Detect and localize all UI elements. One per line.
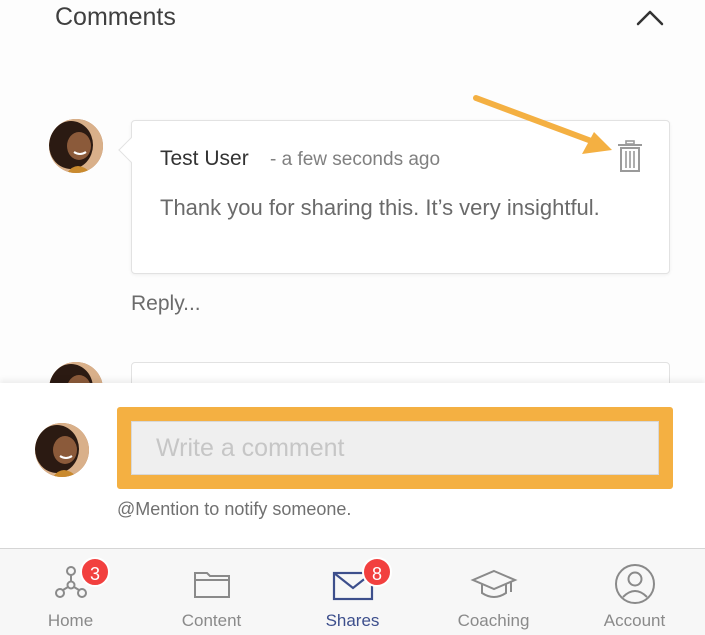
user-photo-icon bbox=[35, 423, 89, 477]
tab-label: Shares bbox=[325, 611, 380, 630]
folder-icon bbox=[193, 572, 230, 598]
annotation-arrow bbox=[473, 95, 612, 154]
comments-header: Comments bbox=[0, 0, 705, 40]
tab-content[interactable]: Content bbox=[141, 549, 282, 635]
tab-account[interactable]: Account bbox=[564, 549, 705, 635]
user-circle-icon bbox=[614, 564, 655, 604]
chevron-up-icon bbox=[636, 10, 664, 26]
tab-label: Content bbox=[181, 611, 242, 630]
tab-shares[interactable]: 8 Shares bbox=[282, 549, 423, 635]
avatar bbox=[35, 423, 89, 477]
comment-author: Test User bbox=[160, 147, 249, 170]
tab-coaching[interactable]: Coaching bbox=[423, 549, 564, 635]
tab-label: Home bbox=[47, 611, 94, 630]
section-title: Comments bbox=[55, 3, 176, 31]
comment-input-highlight bbox=[117, 407, 673, 489]
user-photo-icon bbox=[49, 119, 103, 173]
home-badge: 3 bbox=[80, 557, 110, 587]
comment-input[interactable] bbox=[131, 421, 659, 475]
comment-timestamp: - a few seconds ago bbox=[270, 149, 441, 170]
card-notch bbox=[118, 137, 144, 163]
collapse-button[interactable] bbox=[634, 6, 666, 30]
bottom-tab-bar: 3 Home Content 8 Shares Coaching Account bbox=[0, 548, 705, 635]
comment-body: Thank you for sharing this. It’s very in… bbox=[160, 195, 600, 220]
tab-home[interactable]: 3 Home bbox=[0, 549, 141, 635]
tab-label: Coaching bbox=[457, 611, 530, 630]
reply-link[interactable]: Reply... bbox=[131, 292, 201, 316]
avatar bbox=[49, 119, 103, 173]
tab-label: Account bbox=[603, 611, 666, 630]
comment-composer: @Mention to notify someone. bbox=[0, 383, 705, 549]
mention-hint: @Mention to notify someone. bbox=[117, 499, 352, 519]
shares-badge: 8 bbox=[362, 557, 392, 587]
graduation-cap-icon bbox=[469, 569, 518, 598]
